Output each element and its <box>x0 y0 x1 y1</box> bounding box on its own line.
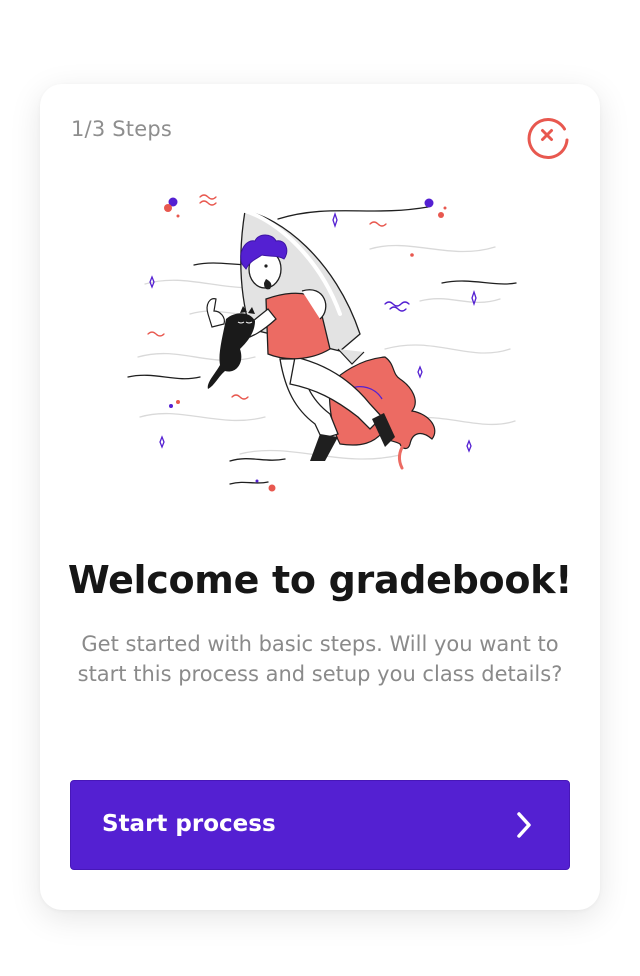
page-title: Welcome to gradebook! <box>67 558 573 602</box>
step-indicator: 1/3 Steps <box>71 117 173 141</box>
description-text: Get started with basic steps. Will you w… <box>77 632 563 686</box>
close-circle-icon <box>527 118 569 160</box>
rocket-illustration <box>40 189 600 519</box>
rocket-boy-illustration <box>127 194 517 492</box>
page: 1/3 Steps Welcome to gradebook! Get star… <box>0 0 640 976</box>
close-button[interactable] <box>526 114 572 160</box>
start-process-button[interactable]: Start process <box>70 780 570 870</box>
start-process-label: Start process <box>102 811 276 837</box>
chevron-right-icon <box>517 812 531 838</box>
onboarding-card: 1/3 Steps Welcome to gradebook! Get star… <box>40 84 600 910</box>
